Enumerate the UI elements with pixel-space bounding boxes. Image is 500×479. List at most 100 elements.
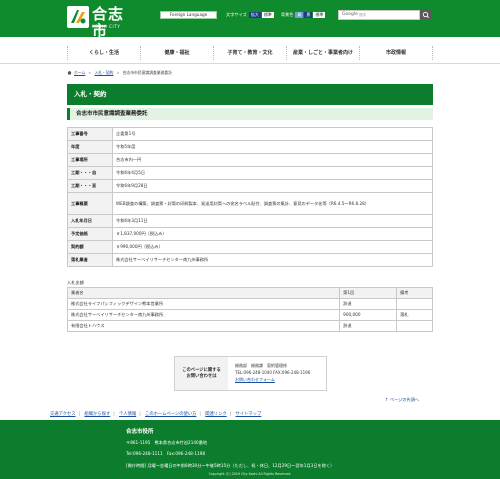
nav-item-city-info[interactable]: 市政情報 [359, 46, 433, 60]
table-row: 入札年月日 令和6年3月11日 [67, 214, 433, 228]
search-button[interactable] [420, 10, 432, 20]
contact-label-line2: お問い合わせは [186, 373, 217, 379]
row-value: 合志市内一円 [112, 153, 433, 167]
search-input[interactable]: Google 提供 [338, 10, 420, 20]
contact-label: このページに関する お問い合わせは [175, 357, 228, 390]
footer-link-access[interactable]: 交通アクセス [50, 412, 76, 417]
table-row: 有限会社トハウス 辞退 [66, 320, 433, 332]
table-row: 落札業者 株式会社サーベイリサーチセンター南九州事務所 [67, 253, 433, 267]
site-footer: 合志市役所 〒861-1195 熊本県合志市竹迫2140番地 Tel:096-2… [0, 420, 500, 479]
row-label: 工期・・・至 [67, 179, 113, 193]
footer-link-related[interactable]: 関連リンク [205, 412, 226, 417]
site-logo[interactable]: 合志市 KOSHI CITY [67, 6, 137, 40]
footer-phone: Tel:096-248-1111 Fax:096-248-1198 [126, 451, 205, 456]
row-label: 工期・・・自 [67, 166, 113, 180]
bid-round1: 辞退 [339, 298, 398, 310]
row-value: ￥1,837,000円（税込み） [112, 227, 433, 241]
row-label: 予定価格 [67, 227, 113, 241]
bid-table-caption: 入札金額 [67, 280, 84, 285]
search-placeholder: 提供 [358, 12, 366, 17]
home-icon [67, 70, 72, 75]
row-label: 年度 [67, 140, 113, 154]
row-label: 契約額 [67, 240, 113, 254]
column-header: 備考 [396, 287, 433, 299]
footer-office-hours: [開庁時間] 月曜〜金曜日の午前8時30分〜午後5時15分（ただし、祝・休日、1… [126, 463, 335, 468]
bid-round1: 900,000 [339, 309, 398, 321]
nav-item-living[interactable]: くらし・生活 [67, 46, 140, 60]
row-value: 令和6年9月28日 [112, 179, 433, 193]
contact-form-link[interactable]: お問い合わせフォーム [235, 377, 275, 382]
page-top-link[interactable]: ↑ ページの先頭へ [385, 397, 419, 403]
column-header: 業者名 [66, 287, 341, 299]
breadcrumb-parent-link[interactable]: 入札・契約 [94, 70, 113, 75]
section-heading: 入札・契約 [67, 84, 433, 105]
row-label: 工事概要 [67, 192, 113, 215]
row-label: 工事番号 [67, 127, 113, 141]
footer-links: 交通アクセス | 組織から探す | 个人情報 | このホームページの使い方 | 関連リン… [50, 412, 262, 417]
row-value: ￥990,000円（税込み） [112, 240, 433, 254]
table-row: 年度 令和5年度 [67, 140, 433, 154]
table-row: 予定価格 ￥1,837,000円（税込み） [67, 227, 433, 241]
contact-dept: 総務部 総務課 契約管理係 [235, 363, 287, 368]
footer-link-privacy[interactable]: 个人情報 [119, 412, 136, 417]
breadcrumb-current: 合志市市民意識調査業務委託 [122, 70, 172, 75]
bid-note [396, 298, 433, 310]
nav-item-business[interactable]: 産業・しごと・事業者向け [286, 46, 359, 60]
footer-link-sitemap[interactable]: サイトマップ [236, 412, 262, 417]
row-value: 令和5年度 [112, 140, 433, 154]
bidder-name: 株式会社ライフパシフィックデザイン熊本営業所 [66, 298, 341, 310]
table-header-row: 業者名 第1回 備考 [66, 287, 433, 299]
row-value: 令和6年3月11日 [112, 214, 433, 228]
footer-org-name: 合志市役所 [126, 429, 154, 435]
site-name: 合志市 [92, 5, 125, 40]
footer-copyright: Copyright (C) 2019 City Koshi All Rights… [208, 472, 292, 476]
footer-address: 〒861-1195 熊本県合志市竹迫2140番地 [126, 440, 208, 445]
bidder-name: 有限会社トハウス [66, 320, 341, 332]
bidder-name: 株式会社サーベイリサーチセンター南九州事務所 [66, 309, 341, 321]
row-value: WEB調査の構築、調査票・封筒の印刷製本、発送用封筒への宛名ラベル貼付、調査票の… [112, 192, 433, 215]
accessibility-tools: 文字サイズ 拡大 標準 背景色 青 黒 標準 [226, 11, 326, 19]
page-top-label: ページの先頭へ [389, 397, 420, 402]
city-emblem-icon [67, 6, 89, 28]
contact-box: このページに関する お問い合わせは 総務部 総務課 契約管理係 TEL:096-… [174, 356, 327, 391]
contact-details: 総務部 総務課 契約管理係 TEL:096-248-1040 FAX:096-2… [235, 362, 310, 383]
font-size-label: 文字サイズ [226, 12, 247, 18]
bg-blue-button[interactable]: 青 [295, 12, 304, 18]
bid-note: 落札 [396, 309, 433, 321]
bid-note [396, 320, 433, 332]
bid-round1: 辞退 [339, 320, 398, 332]
table-row: 工事番号 企委第1号 [67, 127, 433, 141]
table-row: 工期・・・自 令和6年4月5日 [67, 166, 433, 180]
nav-item-health[interactable]: 健康・福祉 [140, 46, 213, 60]
row-label: 入札年月日 [67, 214, 113, 228]
row-label: 落札業者 [67, 253, 113, 267]
row-value: 株式会社サーベイリサーチセンター南九州事務所 [112, 253, 433, 267]
bg-color-label: 背景色 [280, 12, 294, 18]
row-label: 工事場所 [67, 153, 113, 167]
nav-item-childcare[interactable]: 子育て・教育・文化 [213, 46, 286, 60]
table-row: 契約額 ￥990,000円（税込み） [67, 240, 433, 254]
footer-link-organization[interactable]: 組織から探す [84, 412, 110, 417]
table-row: 株式会社サーベイリサーチセンター南九州事務所 900,000 落札 [66, 309, 433, 321]
site-header: 合志市 KOSHI CITY Foreign Language 文字サイズ 拡大… [0, 0, 500, 40]
bg-black-button[interactable]: 黒 [304, 12, 313, 18]
search-brand: Google [342, 11, 358, 17]
table-row: 工期・・・至 令和6年9月28日 [67, 179, 433, 193]
footer-link-howto[interactable]: このホームページの使い方 [145, 412, 196, 417]
font-standard-button[interactable]: 標準 [261, 12, 274, 18]
breadcrumb-home-link[interactable]: ホーム [74, 70, 85, 75]
row-value: 企委第1号 [112, 127, 433, 141]
font-enlarge-button[interactable]: 拡大 [248, 12, 261, 18]
page-title: 合志市市民意識調査業務委託 [67, 108, 433, 120]
table-row: 株式会社ライフパシフィックデザイン熊本営業所 辞退 [66, 298, 433, 310]
column-header: 第1回 [339, 287, 398, 299]
contract-detail-table: 工事番号 企委第1号 年度 令和5年度 工事場所 合志市内一円 工期・・・自 令… [67, 127, 433, 267]
breadcrumb: ホーム > 入札・契約 > 合志市市民意識調査業務委託 [67, 70, 172, 75]
table-row: 工事概要 WEB調査の構築、調査票・封筒の印刷製本、発送用封筒への宛名ラベル貼付… [67, 192, 433, 215]
bid-amount-table: 業者名 第1回 備考 株式会社ライフパシフィックデザイン熊本営業所 辞退 株式会… [66, 287, 433, 332]
bg-standard-button[interactable]: 標準 [313, 12, 326, 18]
table-row: 工事場所 合志市内一円 [67, 153, 433, 167]
foreign-language-button[interactable]: Foreign Language [160, 11, 217, 19]
row-value: 令和6年4月5日 [112, 166, 433, 180]
global-nav: くらし・生活 健康・福祉 子育て・教育・文化 産業・しごと・事業者向け 市政情報 [0, 37, 500, 64]
